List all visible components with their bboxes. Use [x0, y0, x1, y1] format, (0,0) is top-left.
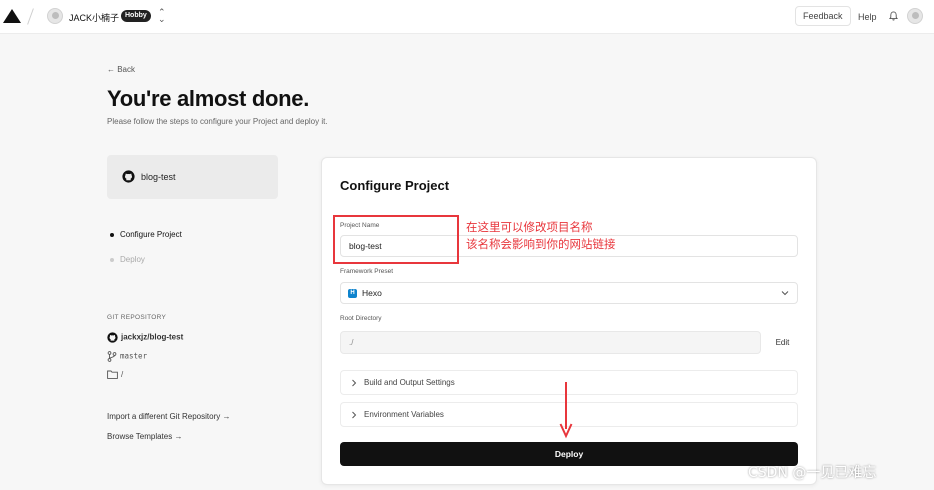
github-icon [107, 332, 118, 343]
framework-preset-select[interactable]: H Hexo [340, 282, 798, 304]
folder-icon [107, 370, 118, 380]
chevron-right-icon [352, 411, 357, 419]
root-directory-input: ./ [340, 331, 761, 354]
vercel-logo-icon[interactable] [3, 9, 21, 23]
git-branch-name: master [120, 351, 148, 361]
git-repository-name: jackxjz/blog-test [121, 332, 184, 342]
edit-root-directory-button[interactable]: Edit [767, 331, 798, 354]
feedback-button[interactable]: Feedback [795, 6, 851, 26]
project-name-highlight-box [333, 215, 459, 264]
bell-icon[interactable] [889, 11, 898, 21]
git-branch-icon [107, 351, 117, 362]
step-label: Configure Project [120, 230, 182, 239]
back-link[interactable]: ← Back [107, 65, 135, 74]
github-icon [122, 170, 135, 183]
annotation-line-2: 该名称会影响到你的网站链接 [466, 237, 616, 251]
git-repository-heading: GIT REPOSITORY [107, 314, 167, 321]
step-deploy: Deploy [110, 255, 145, 264]
step-inactive-dot [110, 257, 114, 262]
step-configure-project: Configure Project [110, 230, 182, 239]
repository-card: blog-test [107, 155, 278, 199]
plan-badge: Hobby [121, 10, 151, 22]
deploy-button[interactable]: Deploy [340, 442, 798, 466]
breadcrumb-separator [27, 8, 34, 25]
chevron-up-down-icon[interactable]: ⌃ ⌄ [158, 8, 166, 24]
top-navigation-bar: JACK小楠子 Hobby ⌃ ⌄ Feedback Help [0, 0, 934, 34]
watermark: CSDN @一见已难忘 [748, 465, 877, 481]
page-title: You're almost done. [107, 86, 310, 111]
git-branch-row: master [107, 351, 147, 362]
chevron-down-icon [781, 291, 789, 296]
git-directory-row: / [107, 370, 124, 380]
user-avatar[interactable] [907, 8, 923, 24]
environment-variables-label: Environment Variables [364, 410, 444, 419]
down-arrow-annotation [559, 382, 573, 439]
root-directory-label: Root Directory [340, 315, 382, 322]
framework-preset-label: Framework Preset [340, 268, 394, 275]
chevron-right-icon [352, 379, 357, 387]
git-directory-path: / [121, 370, 124, 379]
team-avatar[interactable] [47, 8, 63, 24]
step-label: Deploy [120, 255, 145, 264]
browse-templates-link[interactable]: Browse Templates → [107, 432, 182, 441]
configure-project-title: Configure Project [340, 178, 450, 193]
import-different-repository-link[interactable]: Import a different Git Repository → [107, 412, 230, 421]
annotation-line-1: 在这里可以修改项目名称 [466, 220, 593, 234]
team-name[interactable]: JACK小楠子 [69, 11, 119, 24]
git-repository-row[interactable]: jackxjz/blog-test [107, 332, 183, 343]
hexo-icon: H [348, 289, 357, 298]
help-link[interactable]: Help [858, 12, 877, 22]
page-subtitle: Please follow the steps to configure you… [107, 117, 328, 126]
repository-name: blog-test [141, 172, 176, 182]
step-active-dot [110, 232, 114, 237]
framework-preset-value: Hexo [362, 288, 382, 298]
build-output-settings-label: Build and Output Settings [364, 378, 455, 387]
